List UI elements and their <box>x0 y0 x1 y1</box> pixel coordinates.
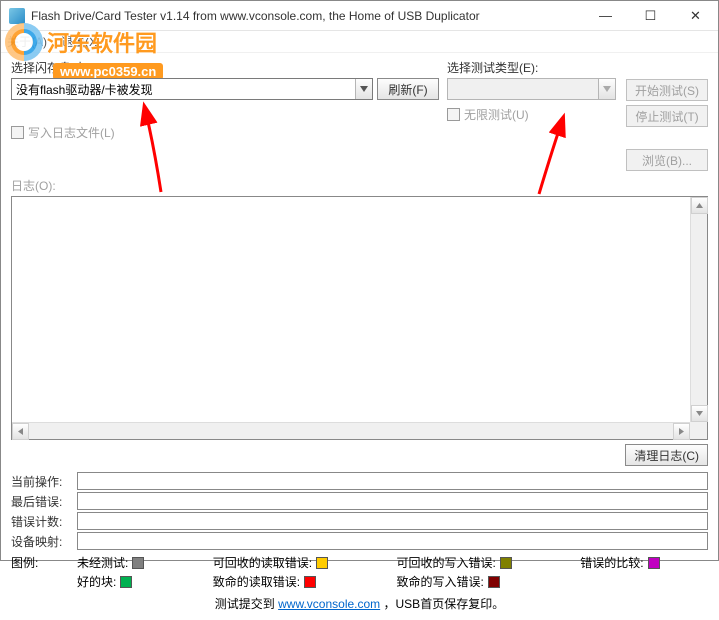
last-error-label: 最后错误: <box>11 493 77 510</box>
menu-about[interactable]: 关于(A) <box>7 33 47 50</box>
content-area: 选择闪存盘/卡(D): 没有flash驱动器/卡被发现 刷新(F) 写入日志文件… <box>1 53 718 620</box>
legend-compare-err-swatch <box>648 557 660 569</box>
legend-recov-read-label: 可回收的读取错误: <box>213 554 312 571</box>
unlimited-test-label: 无限测试(U) <box>464 106 529 123</box>
legend-compare-err: 错误的比较: <box>580 554 708 571</box>
start-test-button[interactable]: 开始测试(S) <box>626 79 708 101</box>
title-bar: Flash Drive/Card Tester v1.14 from www.v… <box>1 1 718 31</box>
legend-good: 好的块: <box>77 573 193 590</box>
legend-row: 图例: 未经测试: 可回收的读取错误: 可回收的写入错误: 错误的比较: 好的块… <box>11 554 708 590</box>
legend-recov-read-swatch <box>316 557 328 569</box>
scroll-left-icon[interactable] <box>12 423 29 440</box>
legend-good-swatch <box>120 576 132 588</box>
legend-recov-write: 可回收的写入错误: <box>397 554 561 571</box>
status-grid: 当前操作: 最后错误: 错误计数: 设备映射: <box>11 472 708 550</box>
legend-good-label: 好的块: <box>77 573 116 590</box>
legend-fatal-write-swatch <box>488 576 500 588</box>
device-map-field <box>77 532 708 550</box>
maximize-button[interactable]: ☐ <box>628 2 673 30</box>
browse-button[interactable]: 浏览(B)... <box>626 149 708 171</box>
legend-fatal-read: 致命的读取错误: <box>213 573 377 590</box>
refresh-button[interactable]: 刷新(F) <box>377 78 439 100</box>
scroll-down-icon[interactable] <box>691 405 708 422</box>
chevron-down-icon <box>355 79 372 99</box>
drive-select-dropdown[interactable]: 没有flash驱动器/卡被发现 <box>11 78 373 100</box>
legend-compare-err-label: 错误的比较: <box>580 554 643 571</box>
legend-recov-write-label: 可回收的写入错误: <box>397 554 496 571</box>
drive-select-group: 选择闪存盘/卡(D): 没有flash驱动器/卡被发现 刷新(F) 写入日志文件… <box>11 59 439 171</box>
test-select-group: 选择测试类型(E): 无限测试(U) 开始测试(S) 停 <box>447 59 708 171</box>
legend-untested-swatch <box>132 557 144 569</box>
footer-prefix: 测试提交到 <box>215 597 278 611</box>
legend-fatal-read-swatch <box>304 576 316 588</box>
close-button[interactable]: ✕ <box>673 2 718 30</box>
write-log-checkbox[interactable] <box>11 126 24 139</box>
test-type-dropdown[interactable] <box>447 78 616 100</box>
menu-bar: 关于(A) 退出(X) <box>1 31 718 53</box>
footer-text: 测试提交到 www.vconsole.com ，USB首页保存复印。 <box>11 595 708 612</box>
last-error-field <box>77 492 708 510</box>
legend-fatal-read-label: 致命的读取错误: <box>213 573 300 590</box>
error-count-label: 错误计数: <box>11 513 77 530</box>
window-controls: — ☐ ✕ <box>583 2 718 30</box>
top-controls-row: 选择闪存盘/卡(D): 没有flash驱动器/卡被发现 刷新(F) 写入日志文件… <box>11 59 708 171</box>
menu-exit[interactable]: 退出(X) <box>61 33 101 50</box>
error-count-field <box>77 512 708 530</box>
test-type-label: 选择测试类型(E): <box>447 59 538 76</box>
app-icon <box>9 8 25 24</box>
legend-recov-write-swatch <box>500 557 512 569</box>
scroll-right-icon[interactable] <box>673 423 690 440</box>
minimize-button[interactable]: — <box>583 2 628 30</box>
footer-link[interactable]: www.vconsole.com <box>278 597 380 611</box>
clear-log-button[interactable]: 清理日志(C) <box>625 444 708 466</box>
stop-test-button[interactable]: 停止测试(T) <box>626 105 708 127</box>
horizontal-scrollbar[interactable] <box>12 422 707 439</box>
drive-select-label: 选择闪存盘/卡(D): <box>11 59 106 76</box>
log-label: 日志(O): <box>11 177 708 194</box>
current-op-label: 当前操作: <box>11 473 77 490</box>
scrollbar-corner <box>690 422 707 439</box>
footer-suffix: ，USB首页保存复印。 <box>384 597 505 611</box>
legend-recov-read: 可回收的读取错误: <box>213 554 377 571</box>
scroll-up-icon[interactable] <box>691 197 708 214</box>
legend-untested-label: 未经测试: <box>77 554 128 571</box>
legend-label: 图例: <box>11 554 77 590</box>
device-map-label: 设备映射: <box>11 533 77 550</box>
log-textarea[interactable] <box>11 196 708 440</box>
chevron-down-icon <box>598 79 615 99</box>
unlimited-test-checkbox[interactable] <box>447 108 460 121</box>
vertical-scrollbar[interactable] <box>690 197 707 439</box>
legend-untested: 未经测试: <box>77 554 193 571</box>
legend-fatal-write-label: 致命的写入错误: <box>397 573 484 590</box>
window-title: Flash Drive/Card Tester v1.14 from www.v… <box>31 9 583 23</box>
drive-select-value: 没有flash驱动器/卡被发现 <box>16 81 153 98</box>
current-op-field <box>77 472 708 490</box>
write-log-label: 写入日志文件(L) <box>28 124 115 141</box>
legend-fatal-write: 致命的写入错误: <box>397 573 561 590</box>
